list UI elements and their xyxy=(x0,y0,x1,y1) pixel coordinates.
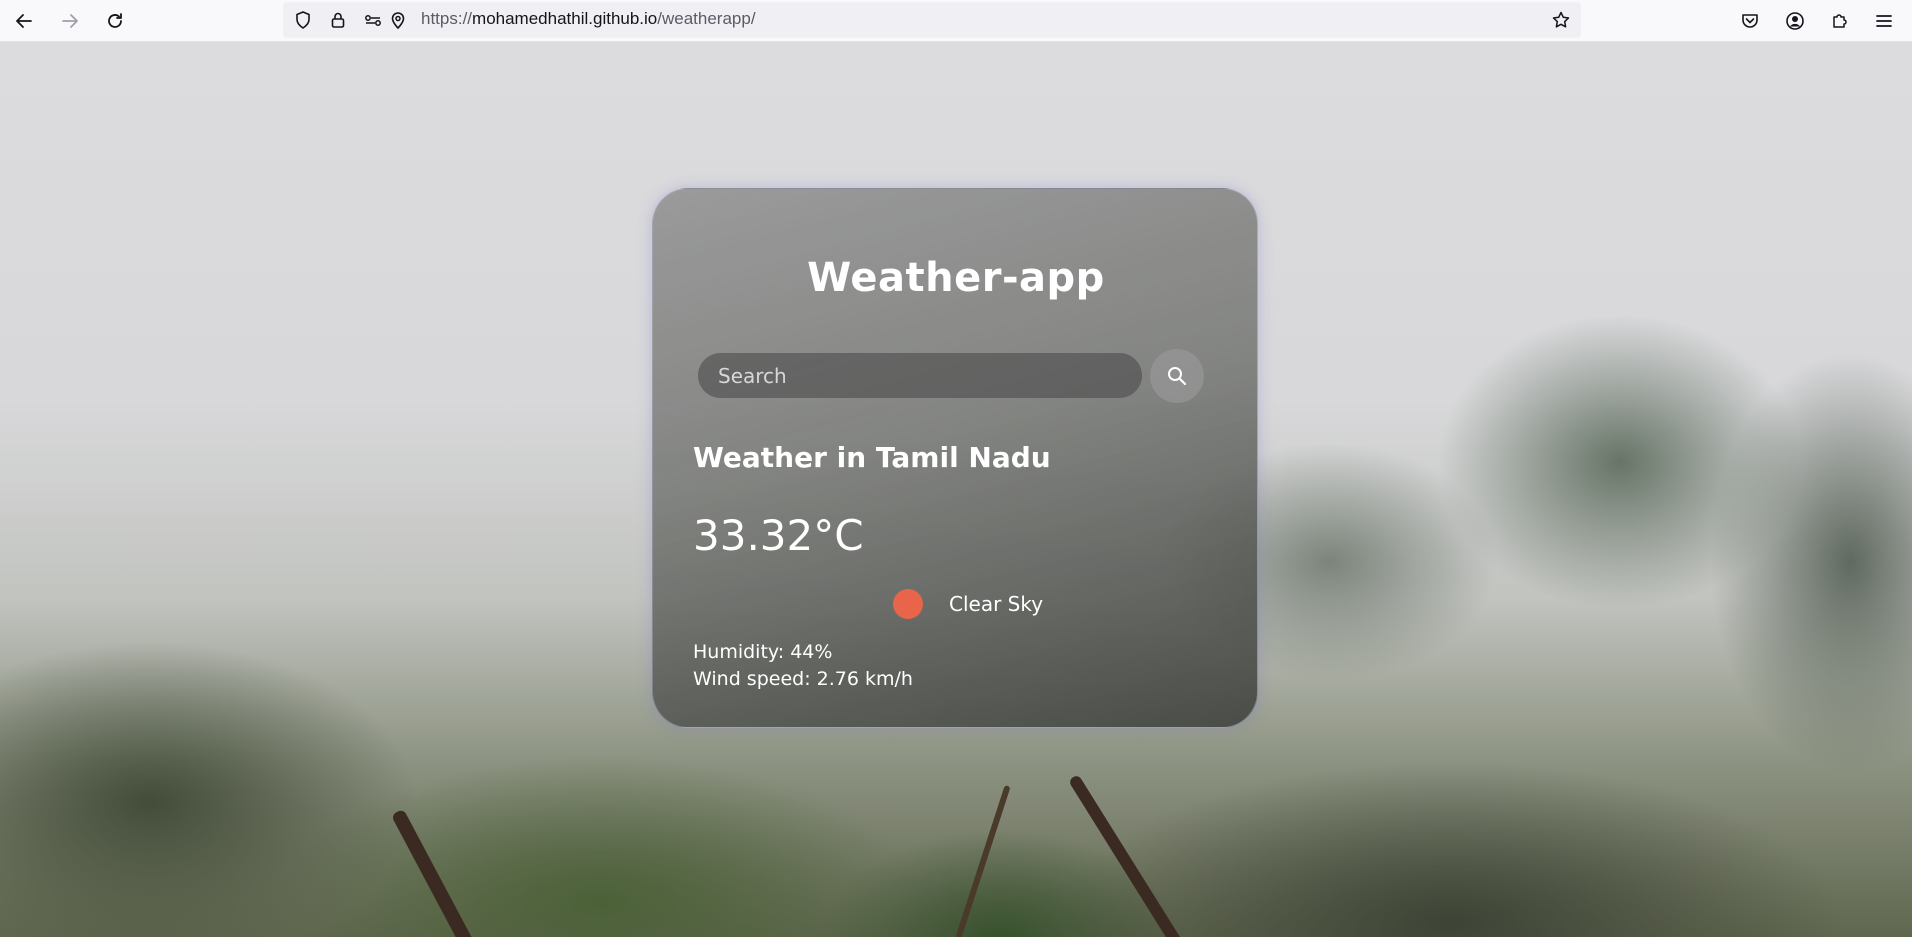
weather-card: Weather-app Weather in Tamil Nadu 33.32°… xyxy=(652,188,1258,728)
back-button[interactable] xyxy=(8,5,40,37)
forward-arrow-icon xyxy=(62,14,78,28)
search-button[interactable] xyxy=(1150,349,1204,403)
menu-button[interactable] xyxy=(1868,5,1900,37)
account-button[interactable] xyxy=(1779,5,1811,37)
temperature: 33.32°C xyxy=(693,511,864,560)
browser-toolbar: https://mohamedhathil.github.io/weathera… xyxy=(0,0,1912,42)
reload-icon xyxy=(108,13,122,28)
forward-button[interactable] xyxy=(54,5,86,37)
background-branch xyxy=(1067,774,1185,937)
background-branch xyxy=(390,808,484,937)
search-input[interactable] xyxy=(698,353,1142,398)
url-bar[interactable]: https://mohamedhathil.github.io/weathera… xyxy=(283,2,1581,38)
url-path: /weatherapp/ xyxy=(657,9,756,28)
bookmark-star-icon[interactable] xyxy=(1550,9,1572,31)
location-pin-icon[interactable] xyxy=(387,9,409,31)
shield-icon[interactable] xyxy=(292,9,314,31)
weather-condition-icon xyxy=(893,589,923,619)
humidity-value: Humidity: 44% xyxy=(693,641,833,663)
city-heading: Weather in Tamil Nadu xyxy=(693,441,1051,474)
url-text[interactable]: https://mohamedhathil.github.io/weathera… xyxy=(421,9,756,29)
extensions-button[interactable] xyxy=(1824,5,1856,37)
account-icon xyxy=(1786,12,1804,30)
app-title: Weather-app xyxy=(807,255,1105,301)
url-scheme: https:// xyxy=(421,9,473,28)
pocket-icon xyxy=(1742,14,1758,28)
reload-button[interactable] xyxy=(99,5,131,37)
search-icon xyxy=(1168,367,1187,386)
url-host: mohamedhathil.github.io xyxy=(472,9,658,28)
permissions-icon[interactable] xyxy=(362,9,384,31)
puzzle-icon xyxy=(1833,14,1847,28)
background-branch xyxy=(955,784,1011,937)
hamburger-menu-icon xyxy=(1876,15,1892,27)
pocket-button[interactable] xyxy=(1734,5,1766,37)
lock-icon[interactable] xyxy=(327,9,349,31)
weather-description: Clear Sky xyxy=(949,592,1044,616)
wind-speed-value: Wind speed: 2.76 km/h xyxy=(693,668,913,690)
back-arrow-icon xyxy=(16,14,32,28)
